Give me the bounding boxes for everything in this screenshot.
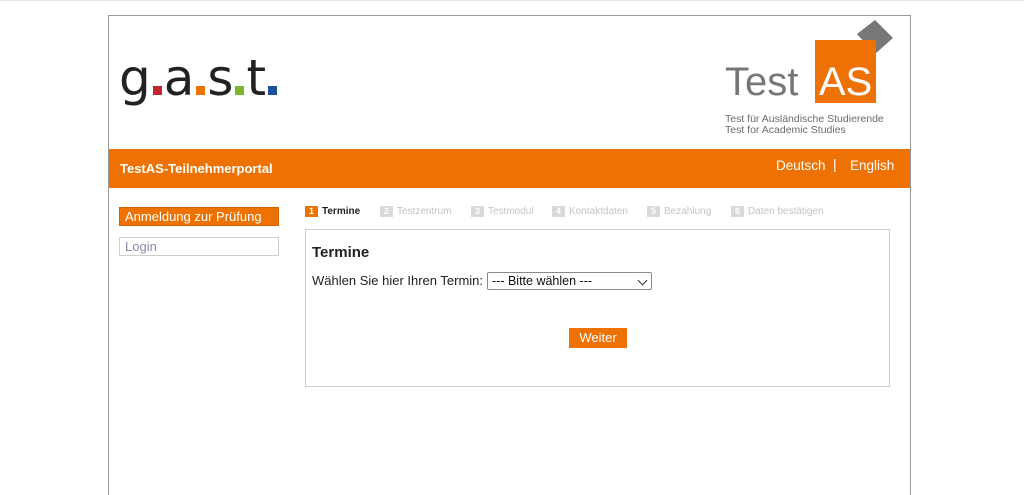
step-4-number: 4	[552, 206, 565, 217]
step-5-label: Bezahlung	[664, 206, 712, 217]
portal-navbar: TestAS-Teilnehmerportal Deutsch | Englis…	[109, 149, 910, 188]
testas-tagline-en: Test for Academic Studies	[725, 124, 846, 136]
gast-letter-g: g	[119, 49, 151, 107]
step-3-number: 3	[471, 206, 484, 217]
step-6: 6 Daten bestätigen	[731, 206, 824, 218]
step-3: 3 Testmodul	[471, 206, 534, 218]
gast-dot-green	[235, 86, 245, 95]
appointment-select-value: --- Bitte wählen ---	[492, 274, 593, 288]
language-separator: |	[833, 156, 837, 172]
step-4-label: Kontaktdaten	[569, 206, 628, 217]
step-5-number: 5	[647, 206, 660, 217]
appointment-panel: Termine Wählen Sie hier Ihren Termin: --…	[305, 229, 890, 387]
step-4: 4 Kontaktdaten	[552, 206, 628, 218]
step-2-label: Testzentrum	[397, 206, 452, 217]
portal-title: TestAS-Teilnehmerportal	[120, 161, 273, 176]
language-link-english[interactable]: English	[850, 158, 894, 173]
sidebar-item-login[interactable]: Login	[119, 237, 279, 256]
gast-letter-t: t	[246, 49, 266, 107]
testas-logo: Test AS Test für Ausländische Studierend…	[719, 20, 904, 140]
gast-letter-s: s	[207, 49, 233, 107]
sidebar-item-registration[interactable]: Anmeldung zur Prüfung	[119, 207, 279, 226]
panel-title: Termine	[312, 244, 370, 261]
step-6-number: 6	[731, 206, 744, 217]
page-frame: gast Test AS Test für Ausländische Studi…	[108, 15, 911, 495]
step-1: 1 Termine	[305, 206, 360, 218]
step-1-label: Termine	[322, 206, 361, 217]
next-button[interactable]: Weiter	[569, 328, 627, 348]
step-2: 2 Testzentrum	[380, 206, 451, 218]
step-1-number: 1	[305, 206, 318, 217]
step-5: 5 Bezahlung	[647, 206, 711, 218]
language-link-deutsch[interactable]: Deutsch	[776, 158, 826, 173]
gast-dot-blue	[268, 86, 278, 95]
step-6-label: Daten bestätigen	[748, 206, 824, 217]
testas-logo-word: Test	[725, 60, 799, 104]
gast-dot-red	[152, 86, 162, 95]
step-3-label: Testmodul	[488, 206, 534, 217]
gast-letter-a: a	[163, 49, 195, 107]
appointment-label: Wählen Sie hier Ihren Termin:	[312, 273, 484, 288]
step-2-number: 2	[380, 206, 393, 217]
testas-tagline: Test für Ausländische Studierende Test f…	[725, 114, 884, 136]
appointment-select[interactable]: --- Bitte wählen ---	[487, 272, 652, 290]
top-divider	[0, 0, 1024, 1]
gast-logo: gast	[119, 48, 279, 118]
chevron-down-icon	[637, 275, 648, 286]
gast-dot-orange	[196, 86, 206, 95]
testas-logo-box-text: AS	[818, 60, 873, 104]
